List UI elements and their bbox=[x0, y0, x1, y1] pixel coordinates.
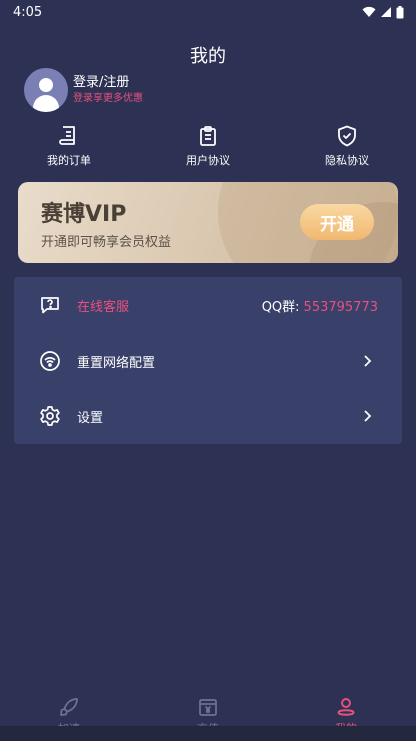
reset-network-label: 重置网络配置 bbox=[77, 355, 156, 371]
user-agreement-label: 用户协议 bbox=[186, 154, 230, 167]
wifi-icon bbox=[362, 6, 376, 17]
user-agreement-button[interactable]: 用户协议 bbox=[163, 124, 253, 168]
menu-item-reset-network[interactable]: 重置网络配置 bbox=[14, 333, 402, 389]
menu-card: 在线客服 QQ群: 553795773 重置网络配置 设置 bbox=[14, 277, 402, 444]
gear-icon bbox=[40, 406, 60, 426]
privacy-agreement-button[interactable]: 隐私协议 bbox=[302, 124, 392, 168]
privacy-agreement-label: 隐私协议 bbox=[325, 154, 369, 167]
page-title: 我的 bbox=[190, 46, 226, 67]
shortcut-row: 我的订单 用户协议 隐私协议 bbox=[0, 124, 416, 170]
login-subtitle: 登录享更多优惠 bbox=[73, 93, 143, 104]
vip-activate-button[interactable]: 开通 bbox=[300, 204, 374, 240]
chevron-right-icon bbox=[364, 355, 372, 367]
order-icon bbox=[59, 126, 75, 145]
qq-group-label: QQ群: bbox=[261, 299, 300, 315]
clipboard-icon bbox=[200, 126, 216, 146]
rocket-icon bbox=[60, 698, 78, 716]
wifi-reset-icon bbox=[40, 351, 60, 371]
vip-title: 赛博VIP bbox=[41, 202, 127, 227]
profile-icon bbox=[337, 698, 355, 716]
my-orders-label: 我的订单 bbox=[47, 154, 91, 167]
menu-item-online-support[interactable]: 在线客服 QQ群: 553795773 bbox=[14, 277, 402, 333]
avatar-head bbox=[39, 78, 53, 92]
avatar[interactable] bbox=[24, 68, 68, 112]
gesture-bar bbox=[0, 726, 416, 741]
battery-icon bbox=[396, 5, 404, 18]
signal-icon bbox=[381, 7, 391, 17]
user-text: 登录/注册 登录享更多优惠 bbox=[73, 74, 143, 106]
chevron-right-icon bbox=[364, 410, 372, 422]
qq-group[interactable]: QQ群: 553795773 bbox=[262, 296, 378, 315]
menu-item-settings[interactable]: 设置 bbox=[14, 388, 402, 444]
avatar-body bbox=[33, 95, 59, 112]
chat-question-icon bbox=[41, 297, 59, 314]
user-login-row[interactable]: 登录/注册 登录享更多优惠 bbox=[24, 68, 143, 112]
online-support-label: 在线客服 bbox=[77, 299, 130, 315]
vip-banner[interactable]: 赛博VIP 开通即可畅享会员权益 开通 bbox=[18, 182, 398, 263]
shield-check-icon bbox=[338, 125, 356, 147]
vip-subtitle: 开通即可畅享会员权益 bbox=[41, 235, 172, 250]
status-time: 4:05 bbox=[13, 4, 43, 20]
my-orders-button[interactable]: 我的订单 bbox=[24, 124, 114, 168]
recharge-icon bbox=[199, 699, 217, 716]
qq-group-number[interactable]: 553795773 bbox=[304, 300, 378, 315]
status-icons bbox=[362, 5, 404, 19]
settings-label: 设置 bbox=[77, 410, 104, 426]
status-bar: 4:05 bbox=[0, 0, 416, 24]
login-register-link[interactable]: 登录/注册 bbox=[73, 74, 143, 92]
